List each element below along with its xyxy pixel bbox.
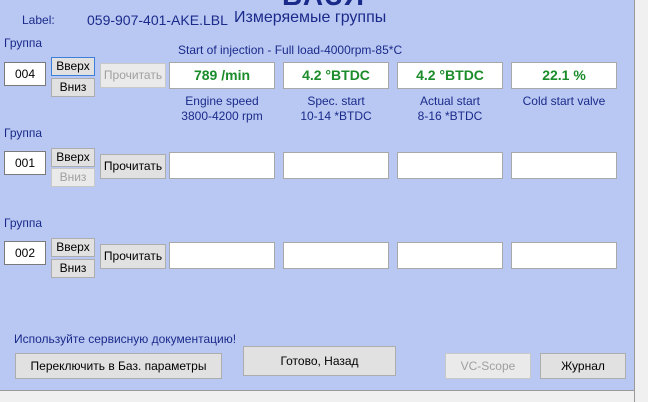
window-right-edge xyxy=(634,0,648,402)
group-2-field-2 xyxy=(283,152,389,179)
group-3-read-button[interactable]: Прочитать xyxy=(100,244,166,269)
label-key: Label: xyxy=(22,13,55,27)
field-1-name: Engine speed xyxy=(185,94,259,108)
group-number-input-1[interactable]: 004 xyxy=(4,62,46,86)
measuring-groups-window: ВАЗЯ Измеряемые группы Label: 059-907-40… xyxy=(0,0,634,390)
window-bottom-edge xyxy=(0,390,634,402)
group-1-field-1: 789 /min xyxy=(169,62,275,89)
log-button[interactable]: Журнал xyxy=(540,353,626,379)
label-filename: 059-907-401-AKE.LBL xyxy=(87,12,228,28)
group-1-field-3: 4.2 °BTDC xyxy=(397,62,503,89)
group-3-field-2 xyxy=(283,242,389,269)
group-label-2: Группа xyxy=(4,126,43,140)
vc-scope-button[interactable]: VC-Scope xyxy=(445,353,531,379)
group-3-field-3 xyxy=(397,242,503,269)
group-2-up-button[interactable]: Вверх xyxy=(51,148,95,167)
group-3-down-button[interactable]: Вниз xyxy=(51,259,95,278)
group-number-input-2[interactable]: 001 xyxy=(4,151,46,175)
group-2-read-button[interactable]: Прочитать xyxy=(100,154,166,179)
group-3-field-1 xyxy=(169,242,275,269)
group-number-input-3[interactable]: 002 xyxy=(4,241,46,265)
group-1-up-button[interactable]: Вверх xyxy=(51,57,95,76)
field-3-spec: 8-16 *BTDC xyxy=(417,109,483,123)
group-3-up-button[interactable]: Вверх xyxy=(51,238,95,257)
group-1-read-button[interactable]: Прочитать xyxy=(100,63,166,88)
service-doc-note: Используйте сервисную документацию! xyxy=(14,332,237,346)
done-back-button[interactable]: Готово, Назад xyxy=(243,346,396,376)
group-1-down-button[interactable]: Вниз xyxy=(51,78,95,97)
field-2-name: Spec. start xyxy=(307,94,365,108)
field-3-name: Actual start xyxy=(419,94,481,108)
page-title: Измеряемые группы xyxy=(234,9,387,26)
switch-basic-params-button[interactable]: Переключить в Баз. параметры xyxy=(15,353,222,379)
group-3-field-4 xyxy=(511,242,617,269)
group-1-field-2: 4.2 °BTDC xyxy=(283,62,389,89)
group-2-field-4 xyxy=(511,152,617,179)
group-2-field-1 xyxy=(169,152,275,179)
field-2-spec: 10-14 *BTDC xyxy=(300,109,372,123)
group-2-field-3 xyxy=(397,152,503,179)
field-4-name: Cold start valve xyxy=(522,94,606,108)
group-label-1: Группа xyxy=(4,36,43,50)
group-label-3: Группа xyxy=(4,216,43,230)
field-1-spec: 3800-4200 rpm xyxy=(181,109,263,123)
group-2-down-button[interactable]: Вниз xyxy=(51,168,95,187)
group-1-field-4: 22.1 % xyxy=(511,62,617,89)
group-caption: Start of injection - Full load-4000rpm-8… xyxy=(178,43,403,57)
